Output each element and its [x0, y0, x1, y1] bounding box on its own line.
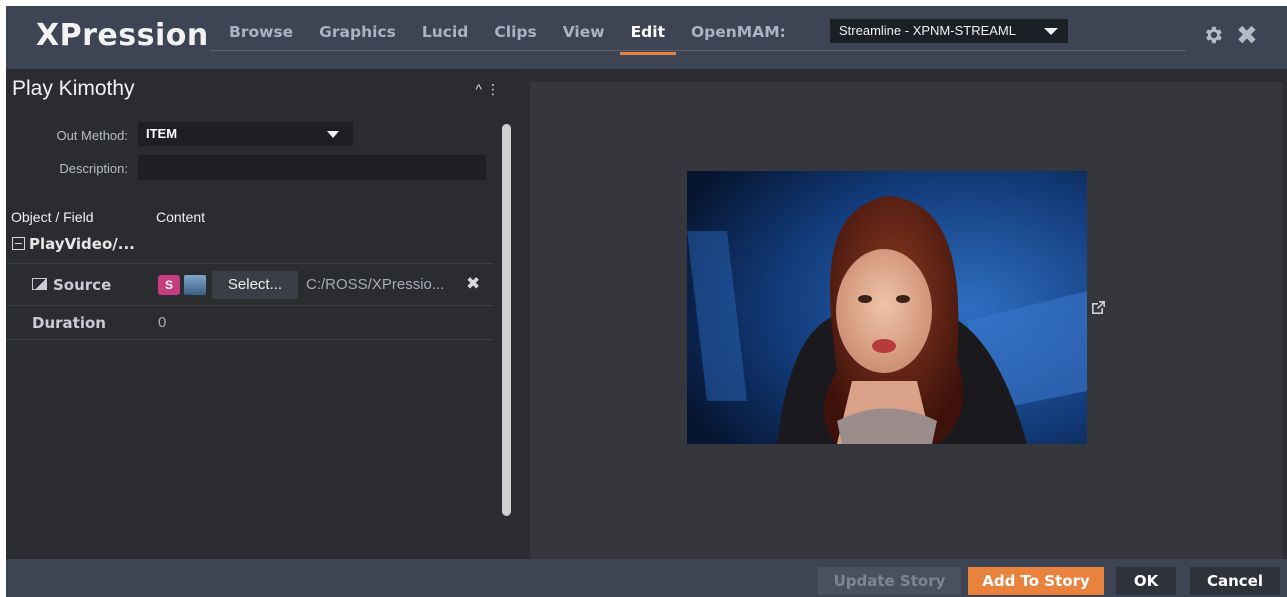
more-menu-icon[interactable]: ⋮ [486, 81, 504, 97]
out-method-value: ITEM [146, 126, 178, 141]
col-content: Content [156, 209, 206, 225]
chevron-down-icon [327, 131, 339, 138]
footer-bar: Update Story Add To Story OK Cancel [6, 559, 1287, 597]
gear-icon[interactable] [1202, 24, 1224, 46]
source-field-label: Source [32, 276, 111, 294]
update-story-button[interactable]: Update Story [818, 567, 961, 595]
ok-button[interactable]: OK [1116, 567, 1176, 595]
duration-label: Duration [32, 314, 106, 332]
panel-title: Play Kimothy [12, 77, 135, 100]
row-divider [6, 339, 493, 340]
openmam-select[interactable]: Streamline - XPNM-STREAML [830, 19, 1068, 43]
out-method-select[interactable]: ITEM [138, 122, 353, 146]
streamline-icon[interactable]: S [158, 275, 180, 295]
chevron-down-icon [1044, 28, 1058, 35]
out-method-label: Out Method: [56, 128, 128, 143]
clear-source-icon[interactable]: ✖ [466, 274, 480, 294]
preview-area [530, 82, 1283, 559]
row-divider [6, 263, 493, 264]
col-object-field: Object / Field [11, 209, 94, 225]
source-label-text: Source [53, 276, 112, 294]
header-divider [210, 50, 1186, 51]
description-input[interactable] [138, 155, 486, 180]
source-path: C:/ROSS/XPressio... [306, 276, 445, 293]
row-divider [6, 305, 493, 306]
top-bar: XPression Browse Graphics Lucid Clips Vi… [6, 6, 1287, 69]
image-icon [32, 278, 47, 290]
app-logo: XPression [36, 18, 209, 53]
description-label: Description: [59, 161, 128, 176]
video-frame-image [687, 171, 1087, 444]
openmam-select-value: Streamline - XPNM-STREAML [839, 23, 1016, 38]
video-preview [687, 171, 1087, 444]
panel-tools: ^⋮ [475, 81, 504, 98]
edit-panel: Play Kimothy ^⋮ Out Method: ITEM Descrip… [6, 69, 518, 559]
group-label: PlayVideo/... [29, 235, 135, 253]
group-playvideo[interactable]: PlayVideo/... [12, 235, 135, 253]
add-to-story-button[interactable]: Add To Story [968, 567, 1104, 595]
duration-value[interactable]: 0 [158, 314, 166, 331]
collapse-icon[interactable]: ^ [475, 81, 486, 97]
clip-thumbnail-icon[interactable] [184, 275, 206, 295]
panel-scrollbar[interactable] [502, 124, 511, 516]
app-window: XPression Browse Graphics Lucid Clips Vi… [6, 6, 1287, 597]
external-link-icon[interactable] [1090, 300, 1106, 316]
close-icon[interactable]: ✖ [1236, 22, 1258, 48]
source-select-button[interactable]: Select... [212, 271, 298, 299]
collapse-minus-icon[interactable] [12, 237, 25, 250]
cancel-button[interactable]: Cancel [1190, 567, 1280, 595]
